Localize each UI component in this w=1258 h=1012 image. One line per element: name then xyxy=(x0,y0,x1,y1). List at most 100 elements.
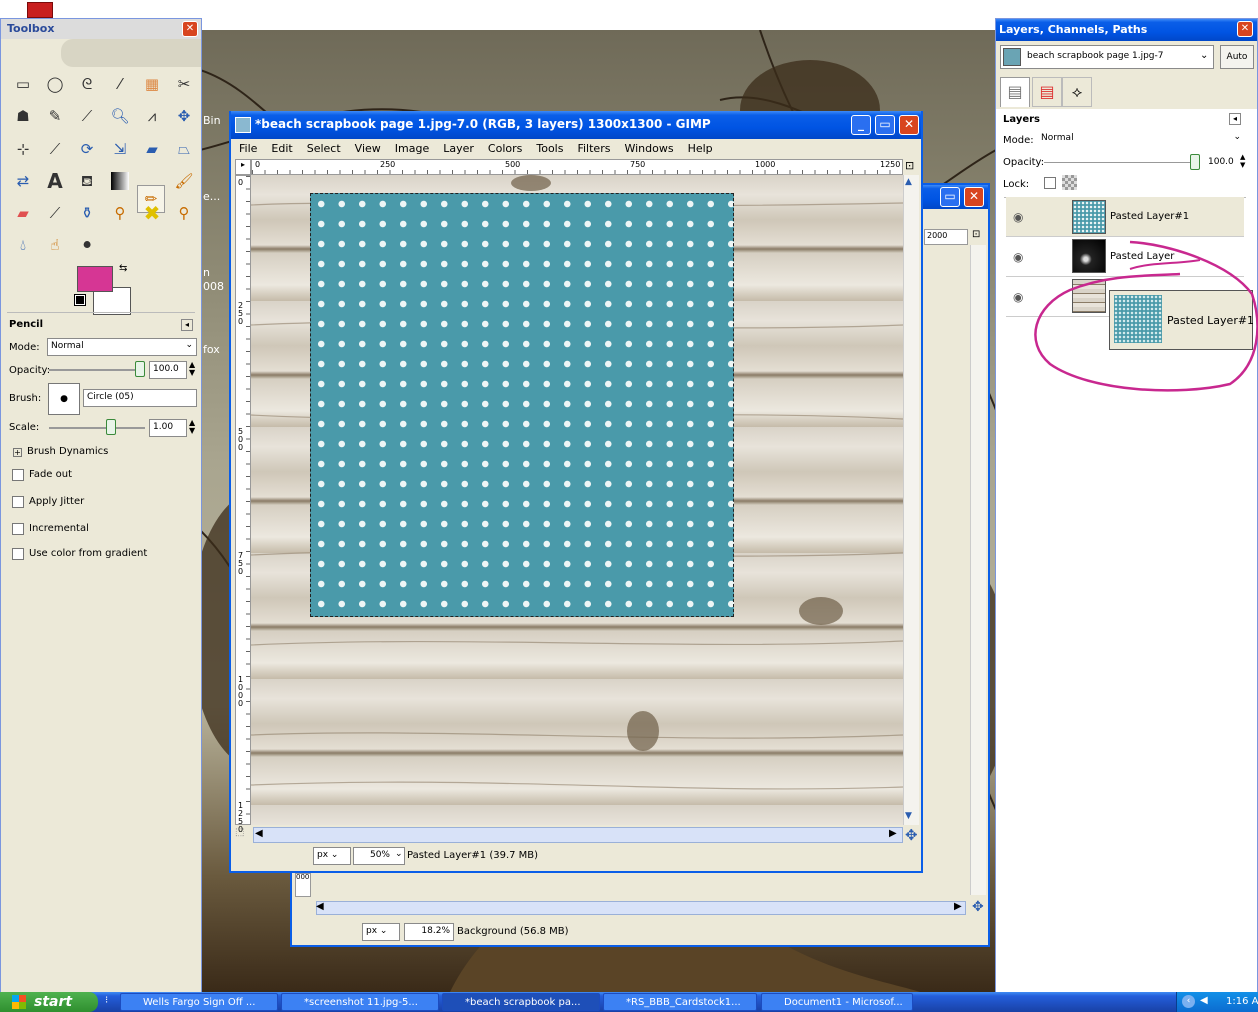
swap-colors-icon[interactable]: ⇆ xyxy=(119,263,127,274)
layers-mode-select[interactable]: Normal ⌄ xyxy=(1038,131,1244,149)
toolbox-titlebar[interactable]: Toolbox xyxy=(1,19,201,39)
eraser-icon[interactable]: ▰ xyxy=(10,200,36,226)
expand-icon[interactable]: + xyxy=(13,448,22,457)
rotate-icon[interactable]: ⟳ xyxy=(74,136,100,162)
use-gradient-checkbox[interactable] xyxy=(12,548,24,560)
gimp2-close-button[interactable]: ✕ xyxy=(964,187,984,207)
task-wells-fargo[interactable]: Wells Fargo Sign Off ... xyxy=(120,993,278,1011)
menu-image[interactable]: Image xyxy=(395,142,429,155)
incremental-checkbox[interactable] xyxy=(12,523,24,535)
tab-layers[interactable]: ▤ xyxy=(1000,77,1030,107)
shear-icon[interactable]: ▰ xyxy=(139,136,165,162)
menu-edit[interactable]: Edit xyxy=(271,142,292,155)
horizontal-scrollbar[interactable] xyxy=(253,827,903,843)
scale-spin-icon[interactable]: ▲ ▼ xyxy=(189,419,195,435)
flip-icon[interactable]: ⇄ xyxy=(10,168,36,194)
color-picker-icon[interactable]: ⟋ xyxy=(74,103,100,129)
navigate-icon[interactable]: ⊡ xyxy=(905,159,914,172)
quick-launch-icon[interactable]: ⁝ xyxy=(105,995,108,1006)
eye-icon[interactable]: ◉ xyxy=(1013,290,1023,304)
navigation-icon[interactable]: ✥ xyxy=(905,826,918,844)
move-icon[interactable]: ✥ xyxy=(171,103,197,129)
foreground-color-swatch[interactable] xyxy=(77,266,113,292)
brush-dynamics-label[interactable]: Brush Dynamics xyxy=(27,446,108,457)
layer-name-0[interactable]: Pasted Layer#1 xyxy=(1110,211,1189,222)
gimp-titlebar[interactable]: *beach scrapbook page 1.jpg-7.0 (RGB, 3 … xyxy=(231,111,921,139)
crop-icon[interactable]: ⟋ xyxy=(42,136,68,162)
gimp2-zoom-select[interactable]: 18.2% xyxy=(404,923,454,941)
layers-opacity-slider[interactable] xyxy=(1044,162,1194,163)
measure-icon[interactable]: ⩘ xyxy=(139,103,165,129)
gimp2-maximize-button[interactable]: ▭ xyxy=(940,187,960,207)
gimp2-scroll-right-icon[interactable]: ▶ xyxy=(954,901,962,912)
app-tray-icon[interactable] xyxy=(27,2,53,18)
gimp2-navigation-icon[interactable]: ✥ xyxy=(972,899,984,915)
ruler-corner[interactable]: ▸ xyxy=(235,159,251,175)
menu-filters[interactable]: Filters xyxy=(577,142,610,155)
layers-titlebar[interactable]: Layers, Channels, Paths xyxy=(996,19,1257,41)
menu-colors[interactable]: Colors xyxy=(488,142,522,155)
layers-close-button[interactable]: ✕ xyxy=(1237,21,1253,37)
menu-layer[interactable]: Layer xyxy=(443,142,474,155)
gimp2-hscrollbar[interactable] xyxy=(316,901,966,915)
quick-mask-icon[interactable]: ⬚ xyxy=(235,827,251,843)
heal-icon[interactable]: ✖ xyxy=(139,200,165,226)
tab-paths[interactable]: ⟡ xyxy=(1062,77,1092,107)
scale-icon[interactable]: ⇲ xyxy=(107,136,133,162)
scroll-down-icon[interactable]: ▼ xyxy=(905,811,912,821)
layers-opacity-handle[interactable] xyxy=(1190,154,1200,170)
zoom-icon[interactable]: 🔍︎ xyxy=(107,103,133,129)
lasso-icon[interactable]: ᘓ xyxy=(74,71,100,97)
task-document1[interactable]: Document1 - Microsof... xyxy=(761,993,913,1011)
apply-jitter-checkbox[interactable] xyxy=(12,496,24,508)
opacity-slider[interactable] xyxy=(49,369,145,371)
eye-icon[interactable]: ◉ xyxy=(1013,250,1023,264)
layers-opacity-value[interactable]: 100.0 xyxy=(1208,157,1234,167)
gimp2-unit-select[interactable]: px ⌄ xyxy=(362,923,400,941)
perspective-clone-icon[interactable]: ⚲ xyxy=(171,200,197,226)
clone-icon[interactable]: ⚲ xyxy=(107,200,133,226)
volume-icon[interactable]: ◀ xyxy=(1200,995,1208,1006)
paintbrush-icon[interactable]: 🖌︎ xyxy=(171,168,197,194)
task-cardstock[interactable]: *RS_BBB_Cardstock1... xyxy=(603,993,757,1011)
fuzzy-select-icon[interactable]: ⁄ xyxy=(107,71,133,97)
scale-field[interactable]: 1.00 xyxy=(149,419,187,437)
blend-icon[interactable] xyxy=(111,172,129,190)
tab-channels[interactable]: ▤ xyxy=(1032,77,1062,107)
image-select[interactable]: beach scrapbook page 1.jpg-7 xyxy=(1000,45,1214,69)
image-canvas[interactable] xyxy=(251,175,903,825)
menu-help[interactable]: Help xyxy=(688,142,713,155)
align-icon[interactable]: ⊹ xyxy=(10,136,36,162)
bucket-fill-icon[interactable]: ⛾ xyxy=(74,168,100,194)
gimp2-vscrollbar[interactable] xyxy=(970,245,986,895)
scale-slider[interactable] xyxy=(49,427,145,429)
gimp2-scroll-left-icon[interactable]: ◀ xyxy=(316,901,324,912)
menu-select[interactable]: Select xyxy=(307,142,341,155)
scroll-up-icon[interactable]: ▲ xyxy=(905,177,912,187)
scroll-right-icon[interactable]: ▶ xyxy=(889,828,897,839)
opacity-slider-handle[interactable] xyxy=(135,361,145,377)
toolbox-close-button[interactable]: ✕ xyxy=(182,21,198,37)
scroll-left-icon[interactable]: ◀ xyxy=(255,828,263,839)
paths-icon[interactable]: ✎ xyxy=(42,103,68,129)
scissors-icon[interactable]: ✂ xyxy=(171,71,197,97)
color-select-icon[interactable]: ▦ xyxy=(139,71,165,97)
brush-name-field[interactable]: Circle (05) xyxy=(83,389,197,407)
zoom-chevron-icon[interactable]: ⌄ xyxy=(395,849,403,859)
ellipse-select-icon[interactable]: ◯ xyxy=(42,71,68,97)
tray-expand-icon[interactable]: ‹ xyxy=(1182,995,1195,1008)
pasted-paper-layer[interactable] xyxy=(310,193,734,617)
unit-select[interactable]: px ⌄ xyxy=(313,847,351,865)
scale-slider-handle[interactable] xyxy=(106,419,116,435)
menu-tools[interactable]: Tools xyxy=(536,142,563,155)
layers-menu-icon[interactable]: ◂ xyxy=(1229,113,1241,125)
menu-windows[interactable]: Windows xyxy=(624,142,673,155)
image-select-chevron-icon[interactable]: ⌄ xyxy=(1200,50,1208,61)
opacity-spin-icon[interactable]: ▲ ▼ xyxy=(189,361,195,377)
default-colors-icon[interactable] xyxy=(74,294,86,306)
blur-icon[interactable]: 💧︎ xyxy=(10,232,36,258)
task-screenshot[interactable]: *screenshot 11.jpg-5... xyxy=(281,993,439,1011)
task-beach-scrapbook[interactable]: *beach scrapbook pa... xyxy=(442,993,600,1011)
airbrush-icon[interactable]: ⟋ xyxy=(42,200,68,226)
brush-preview[interactable]: ● xyxy=(48,383,80,415)
